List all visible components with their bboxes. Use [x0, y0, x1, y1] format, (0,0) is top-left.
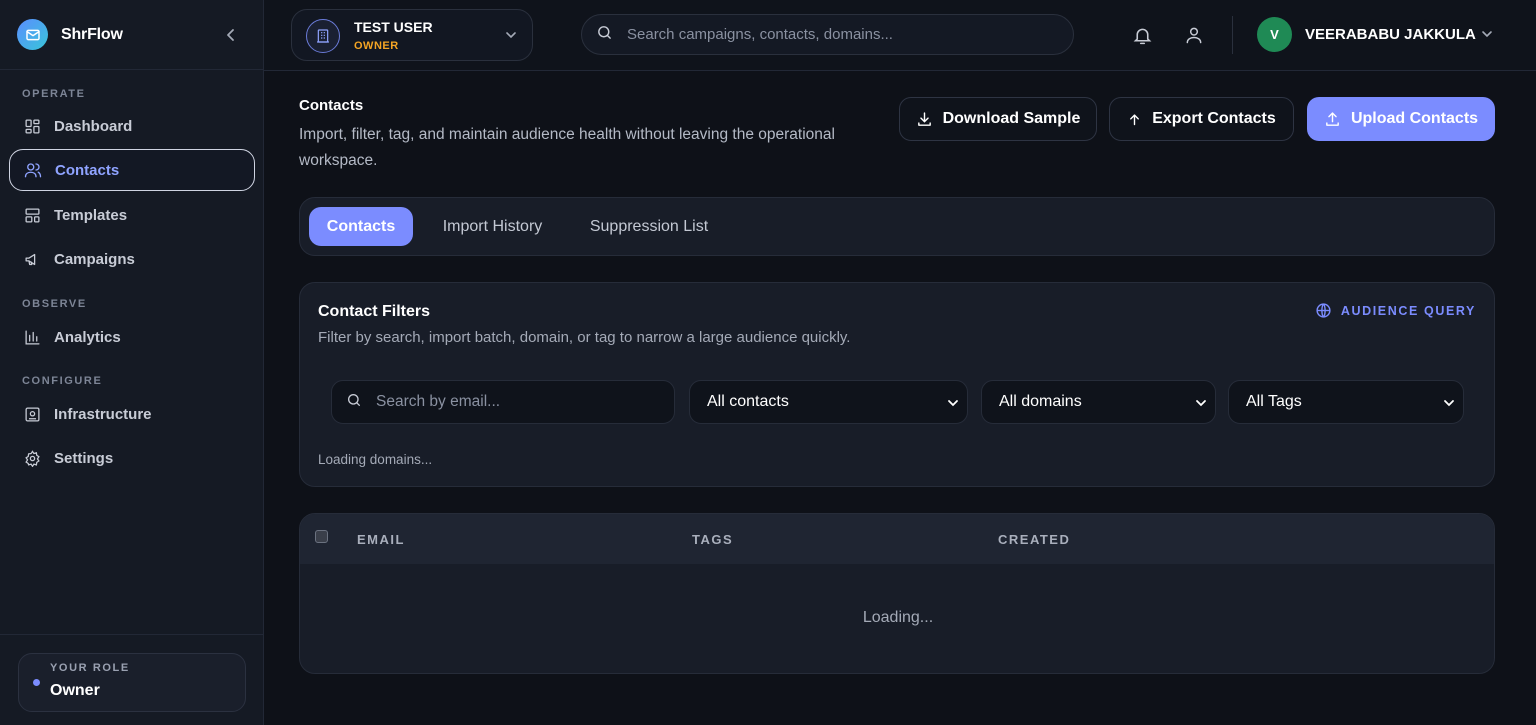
audience-query-link[interactable]: AUDIENCE QUERY	[1315, 302, 1476, 319]
domains-select[interactable]: All domains	[981, 380, 1216, 424]
dashboard-icon	[23, 117, 41, 135]
section-label-configure: CONFIGURE	[22, 375, 103, 387]
tags-select[interactable]: All Tags	[1228, 380, 1464, 424]
section-label-observe: OBSERVE	[22, 298, 87, 310]
domains-select-value: All domains	[999, 393, 1082, 410]
contacts-table: EMAIL TAGS CREATED Loading...	[299, 513, 1495, 674]
audience-query-label: AUDIENCE QUERY	[1340, 303, 1476, 318]
building-icon	[306, 19, 340, 53]
tags-select-value: All Tags	[1246, 393, 1302, 410]
filters-description: Filter by search, import batch, domain, …	[318, 329, 851, 346]
table-header: EMAIL TAGS CREATED	[300, 514, 1494, 564]
mail-logo-icon	[17, 19, 48, 50]
users-icon	[24, 161, 42, 179]
arrow-up-icon	[1127, 112, 1142, 127]
user-name[interactable]: VEERABABU JAKKULA	[1305, 26, 1476, 43]
download-sample-label: Download Sample	[942, 110, 1081, 127]
role-status-dot	[33, 679, 40, 686]
sidebar-item-analytics[interactable]: Analytics	[9, 316, 255, 358]
sidebar-divider	[0, 634, 264, 635]
column-header-created[interactable]: CREATED	[998, 532, 1070, 547]
avatar[interactable]: V	[1257, 17, 1292, 52]
chevron-left-icon	[227, 29, 234, 41]
chevron-down-icon	[505, 28, 517, 46]
export-contacts-button[interactable]: Export Contacts	[1109, 97, 1294, 141]
search-icon	[346, 392, 362, 413]
chevron-down-icon	[947, 396, 959, 414]
sidebar-item-infrastructure[interactable]: Infrastructure	[9, 393, 255, 435]
tab-suppression-list[interactable]: Suppression List	[574, 207, 724, 246]
brand: ShrFlow	[0, 0, 264, 70]
notifications-button[interactable]	[1130, 23, 1154, 47]
sidebar-item-dashboard[interactable]: Dashboard	[9, 105, 255, 147]
sidebar-item-settings[interactable]: Settings	[9, 437, 255, 479]
tabs-bar: Contacts Import History Suppression List	[299, 197, 1495, 256]
tab-import-history[interactable]: Import History	[425, 207, 560, 246]
user-icon	[1186, 27, 1202, 44]
server-icon	[23, 405, 41, 423]
topbar: TEST USER OWNER V VEERABABU JAKKULA	[264, 0, 1536, 71]
upload-icon	[1324, 111, 1341, 128]
template-icon	[23, 206, 41, 224]
topbar-divider	[1232, 16, 1233, 54]
section-label-operate: OPERATE	[22, 88, 86, 100]
column-header-tags[interactable]: TAGS	[692, 532, 733, 547]
bell-icon	[1133, 28, 1151, 44]
role-card: YOUR ROLE Owner	[18, 653, 246, 712]
filters-title: Contact Filters	[318, 303, 431, 320]
sidebar-item-label: Campaigns	[54, 250, 135, 268]
sidebar-item-label: Analytics	[54, 328, 121, 346]
chevron-down-icon	[1443, 396, 1455, 414]
contacts-select-value: All contacts	[707, 393, 789, 410]
contact-filters-card: Contact Filters Filter by search, import…	[299, 282, 1495, 487]
select-all-checkbox[interactable]	[315, 530, 328, 543]
global-search[interactable]	[581, 14, 1074, 55]
page-description: Import, filter, tag, and maintain audien…	[299, 126, 835, 169]
export-contacts-label: Export Contacts	[1152, 110, 1276, 127]
sidebar-item-label: Dashboard	[54, 117, 133, 135]
domains-loading-text: Loading domains...	[318, 452, 433, 467]
org-name: TEST USER	[354, 19, 433, 35]
sidebar-item-campaigns[interactable]: Campaigns	[9, 238, 255, 280]
sidebar-item-label: Contacts	[55, 161, 120, 179]
bar-chart-icon	[23, 328, 41, 346]
chevron-down-icon[interactable]	[1481, 27, 1493, 45]
email-search-field[interactable]	[331, 380, 675, 424]
download-sample-button[interactable]: Download Sample	[899, 97, 1097, 141]
upload-contacts-button[interactable]: Upload Contacts	[1307, 97, 1495, 141]
sidebar-item-contacts[interactable]: Contacts	[9, 149, 255, 191]
globe-icon	[1316, 303, 1331, 318]
main-content: Contacts Import, filter, tag, and mainta…	[264, 71, 1536, 725]
sidebar-item-label: Settings	[54, 449, 114, 467]
chevron-down-icon	[1195, 396, 1207, 414]
global-search-input[interactable]	[627, 26, 1047, 43]
upload-contacts-label: Upload Contacts	[1350, 110, 1479, 127]
sidebar-item-templates[interactable]: Templates	[9, 194, 255, 236]
sidebar: ShrFlow OPERATE Dashboard Contacts Templ…	[0, 0, 264, 725]
page-title: Contacts	[299, 97, 364, 114]
org-switcher[interactable]: TEST USER OWNER	[291, 9, 533, 61]
search-icon	[596, 24, 613, 46]
contacts-select[interactable]: All contacts	[689, 380, 968, 424]
download-icon	[916, 111, 933, 128]
sidebar-item-label: Templates	[54, 206, 128, 224]
table-loading-text: Loading...	[862, 609, 934, 626]
role-value: Owner	[50, 682, 100, 699]
org-role-badge: OWNER	[354, 40, 399, 52]
email-search-input[interactable]	[376, 393, 656, 411]
brand-name: ShrFlow	[61, 26, 123, 43]
sidebar-item-label: Infrastructure	[54, 405, 152, 423]
profile-button[interactable]	[1182, 23, 1206, 47]
role-label: YOUR ROLE	[50, 662, 130, 674]
column-header-email[interactable]: EMAIL	[357, 532, 405, 547]
tab-contacts[interactable]: Contacts	[309, 207, 413, 246]
gear-icon	[23, 449, 41, 467]
megaphone-icon	[23, 250, 41, 268]
collapse-sidebar-button[interactable]	[222, 25, 240, 45]
